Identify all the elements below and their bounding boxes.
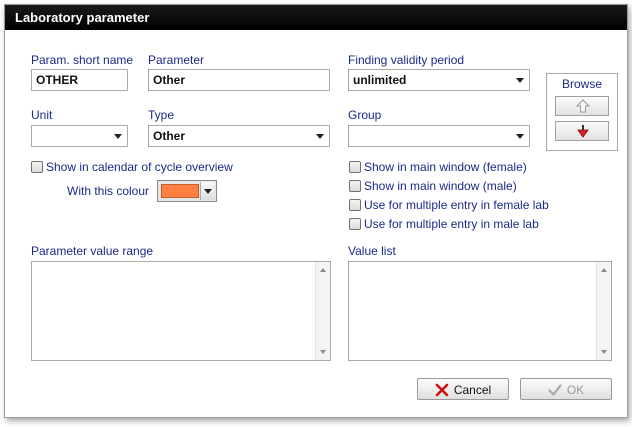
short-name-label: Param. short name: [31, 53, 134, 67]
show-calendar-checkbox[interactable]: [31, 160, 43, 173]
colour-picker[interactable]: [157, 180, 217, 202]
value-range-label: Parameter value range: [31, 244, 154, 258]
value-list-scrollbar[interactable]: [596, 262, 611, 360]
validity-label: Finding validity period: [348, 53, 465, 67]
scroll-up-icon[interactable]: [320, 268, 326, 272]
type-value: Other: [153, 129, 186, 143]
show-calendar-checkbox-row[interactable]: Show in calendar of cycle overview: [31, 159, 233, 175]
type-select[interactable]: Other: [148, 125, 330, 147]
multi-female-checkbox[interactable]: [349, 198, 361, 211]
chevron-down-icon: [316, 134, 324, 139]
checkmark-gray-icon: [548, 384, 562, 396]
check-multi-male-row[interactable]: Use for multiple entry in male lab: [349, 216, 539, 232]
scroll-down-icon[interactable]: [601, 350, 607, 354]
arrow-down-red-icon: [577, 125, 589, 138]
parameter-field[interactable]: Other: [148, 69, 330, 91]
laboratory-parameter-dialog: Laboratory parameter Param. short name O…: [4, 4, 628, 418]
multi-male-checkbox[interactable]: [349, 217, 361, 230]
value-list-label: Value list: [348, 244, 396, 258]
check-main-male-row[interactable]: Show in main window (male): [349, 178, 517, 194]
browse-group: Browse: [546, 73, 618, 151]
group-label: Group: [348, 108, 382, 122]
unit-select[interactable]: [31, 125, 128, 147]
cancel-button[interactable]: Cancel: [417, 378, 509, 400]
type-label: Type: [148, 108, 175, 122]
browse-up-button[interactable]: [555, 96, 609, 116]
main-male-label: Show in main window (male): [364, 178, 517, 193]
value-range-textarea[interactable]: [31, 261, 331, 361]
parameter-label: Parameter: [148, 53, 205, 67]
check-multi-female-row[interactable]: Use for multiple entry in female lab: [349, 197, 549, 213]
scroll-up-icon[interactable]: [601, 268, 607, 272]
unit-label: Unit: [31, 108, 53, 122]
scroll-down-icon[interactable]: [320, 350, 326, 354]
chevron-down-icon: [516, 134, 524, 139]
multi-male-label: Use for multiple entry in male lab: [364, 216, 539, 231]
ok-button[interactable]: OK: [520, 378, 612, 400]
chevron-down-icon: [516, 78, 524, 83]
chevron-down-icon: [114, 134, 122, 139]
colour-swatch: [161, 184, 199, 198]
check-main-female-row[interactable]: Show in main window (female): [349, 159, 527, 175]
main-male-checkbox[interactable]: [349, 179, 361, 192]
main-female-checkbox[interactable]: [349, 160, 361, 173]
cancel-label: Cancel: [453, 382, 492, 397]
group-select[interactable]: [348, 125, 530, 147]
show-calendar-label: Show in calendar of cycle overview: [46, 159, 233, 174]
colour-dropdown-button[interactable]: [200, 182, 215, 200]
short-name-field[interactable]: OTHER: [31, 69, 128, 91]
validity-select[interactable]: unlimited: [348, 69, 530, 91]
browse-title: Browse: [561, 77, 602, 91]
browse-down-button[interactable]: [555, 121, 609, 141]
ok-label: OK: [566, 382, 585, 397]
chevron-down-icon: [204, 189, 212, 194]
colour-label: With this colour: [67, 184, 150, 198]
value-list-textarea[interactable]: [348, 261, 612, 361]
x-red-icon: [435, 383, 449, 397]
multi-female-label: Use for multiple entry in female lab: [364, 197, 549, 212]
arrow-up-icon: [575, 99, 591, 113]
validity-value: unlimited: [353, 73, 407, 87]
main-female-label: Show in main window (female): [364, 159, 527, 174]
value-range-scrollbar[interactable]: [315, 262, 330, 360]
dialog-title: Laboratory parameter: [5, 5, 627, 30]
